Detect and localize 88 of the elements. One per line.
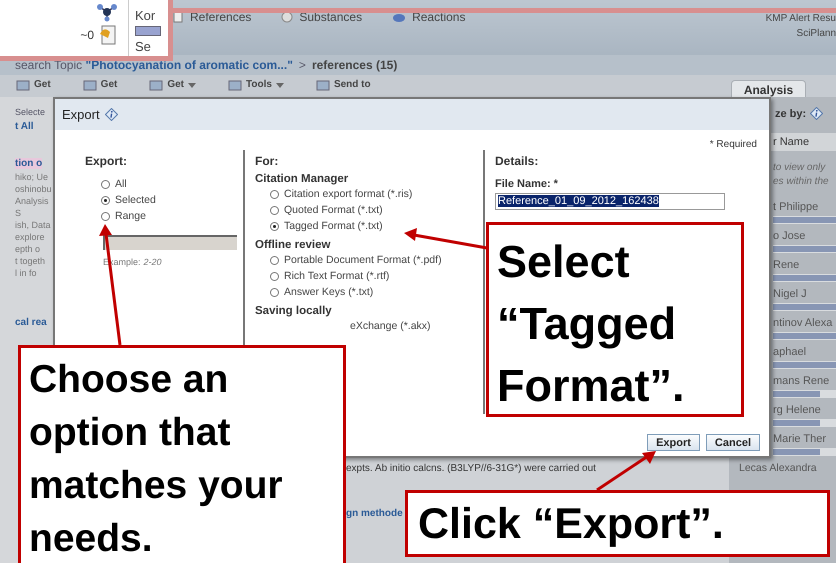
author-name[interactable]: Lecas Alexandra — [739, 462, 836, 474]
abstract-text: expts. Ab initio calcns. (B3LYP//6-31G*) were carried out — [346, 463, 596, 474]
radio-label[interactable]: Citation export format (*.ris) — [284, 188, 412, 200]
result-text: oshinobu — [15, 183, 53, 195]
select-label: Selecte — [15, 107, 46, 117]
author-name[interactable]: aphael — [773, 346, 836, 358]
arrow — [596, 451, 656, 492]
radio-label[interactable]: Rich Text Format (*.rtf) — [284, 270, 390, 282]
radio-label[interactable]: Portable Document Format (*.pdf) — [284, 254, 442, 266]
toolbar-button[interactable]: Get — [149, 79, 196, 91]
tool-icon — [149, 79, 164, 91]
radio-label[interactable]: Answer Keys (*.txt) — [284, 286, 374, 298]
radio-button[interactable] — [270, 190, 279, 198]
group-heading: Saving locally — [255, 305, 333, 317]
callout-text: Choose an option that matches your needs. — [18, 345, 346, 563]
author-name[interactable]: Rene — [773, 259, 836, 271]
section-heading: For: — [255, 154, 280, 168]
result-title[interactable]: tion o — [15, 158, 42, 169]
analyze-by-label: ze by: — [775, 108, 806, 120]
tool-icon — [16, 79, 30, 91]
export-button[interactable]: Export — [647, 434, 700, 451]
document-icon — [172, 11, 184, 23]
author-name[interactable]: Marie Ther — [773, 433, 836, 445]
author-name[interactable]: ntinov Alexa — [773, 317, 836, 329]
breadcrumb-link[interactable]: search Topic "Photocyanation of aromatic com..." — [15, 58, 293, 72]
info-icon[interactable] — [104, 108, 118, 121]
author-name[interactable]: t Philippe — [773, 201, 836, 213]
breadcrumb-separator: > — [298, 58, 306, 72]
radio-label[interactable]: eXchange (*.akx) — [350, 320, 431, 332]
nav-tab[interactable]: Reactions — [392, 10, 466, 24]
field-label: File Name: * — [495, 178, 559, 190]
group-heading: Offline review — [255, 239, 332, 251]
toolbar-button[interactable]: Tools — [228, 79, 284, 91]
hint-text: es within the — [773, 175, 830, 189]
tab-fragment: Kor — [135, 8, 156, 23]
user-name: SciPlann — [796, 28, 836, 39]
result-text: ish, Data — [15, 219, 52, 231]
author-name[interactable]: Nigel J — [773, 288, 836, 300]
result-text: epth o — [15, 243, 42, 255]
callout-text: Click “Export”. — [405, 490, 830, 557]
file-name-field[interactable]: Reference_01_09_2012_162438 — [495, 193, 725, 210]
molecule-icon — [96, 2, 118, 22]
hint-text: to view only — [773, 161, 827, 175]
radio-button[interactable] — [270, 222, 279, 230]
cancel-button[interactable]: Cancel — [706, 434, 760, 451]
result-text: hiko; Ue — [15, 171, 50, 183]
result-link[interactable]: gn methode — [346, 508, 403, 519]
tool-icon — [82, 79, 97, 91]
radio-button[interactable] — [270, 272, 279, 280]
radio-label[interactable]: Tagged Format (*.txt) — [284, 220, 383, 232]
analysis-tab[interactable]: Analysis — [731, 80, 806, 97]
author-name[interactable]: o Jose — [773, 230, 836, 242]
info-icon[interactable] — [810, 107, 824, 120]
result-text: l in fo — [15, 267, 38, 279]
alert-link[interactable]: KMP Alert Resu — [766, 13, 836, 24]
section-heading: Details: — [495, 154, 540, 168]
radio-label[interactable]: Quoted Format (*.txt) — [284, 204, 383, 216]
dialog-title: Export — [62, 107, 100, 122]
radio-button[interactable] — [270, 206, 279, 214]
callout-text: Select “Tagged Format”. — [486, 222, 744, 417]
radio-label[interactable]: All — [115, 178, 127, 190]
toolbar-button[interactable]: Get — [82, 79, 118, 91]
result-text: t togeth — [15, 255, 46, 267]
toolbar-button[interactable]: Send to — [316, 79, 371, 91]
radio-button[interactable] — [270, 256, 279, 264]
tab-fragment: Se — [135, 39, 152, 54]
range-field[interactable] — [103, 235, 237, 250]
select-all-link[interactable]: t All — [15, 121, 56, 132]
author-name[interactable]: mans Rene — [773, 375, 836, 387]
group-heading: Citation Manager — [255, 173, 350, 185]
nav-tab[interactable]: Substances — [281, 10, 362, 24]
toolbar-button[interactable]: Get — [16, 79, 51, 91]
radio-button[interactable] — [270, 288, 279, 296]
radio-label[interactable]: Range — [115, 210, 146, 222]
result-text: explore — [15, 231, 46, 243]
radio-button[interactable] — [101, 212, 110, 220]
radio-button[interactable] — [101, 180, 110, 188]
tool-icon — [228, 79, 242, 91]
tool-icon — [316, 79, 330, 91]
result-title[interactable]: cal rea — [15, 317, 56, 328]
document-icon[interactable] — [98, 24, 118, 46]
radio-button[interactable] — [101, 196, 110, 204]
breadcrumb-current: references (15) — [312, 58, 398, 72]
swatch — [135, 26, 161, 36]
author-name[interactable]: rg Helene — [773, 404, 836, 416]
count-label: ~0 — [80, 28, 94, 42]
radio-label[interactable]: Selected — [115, 194, 156, 206]
section-heading: Export: — [85, 154, 128, 168]
